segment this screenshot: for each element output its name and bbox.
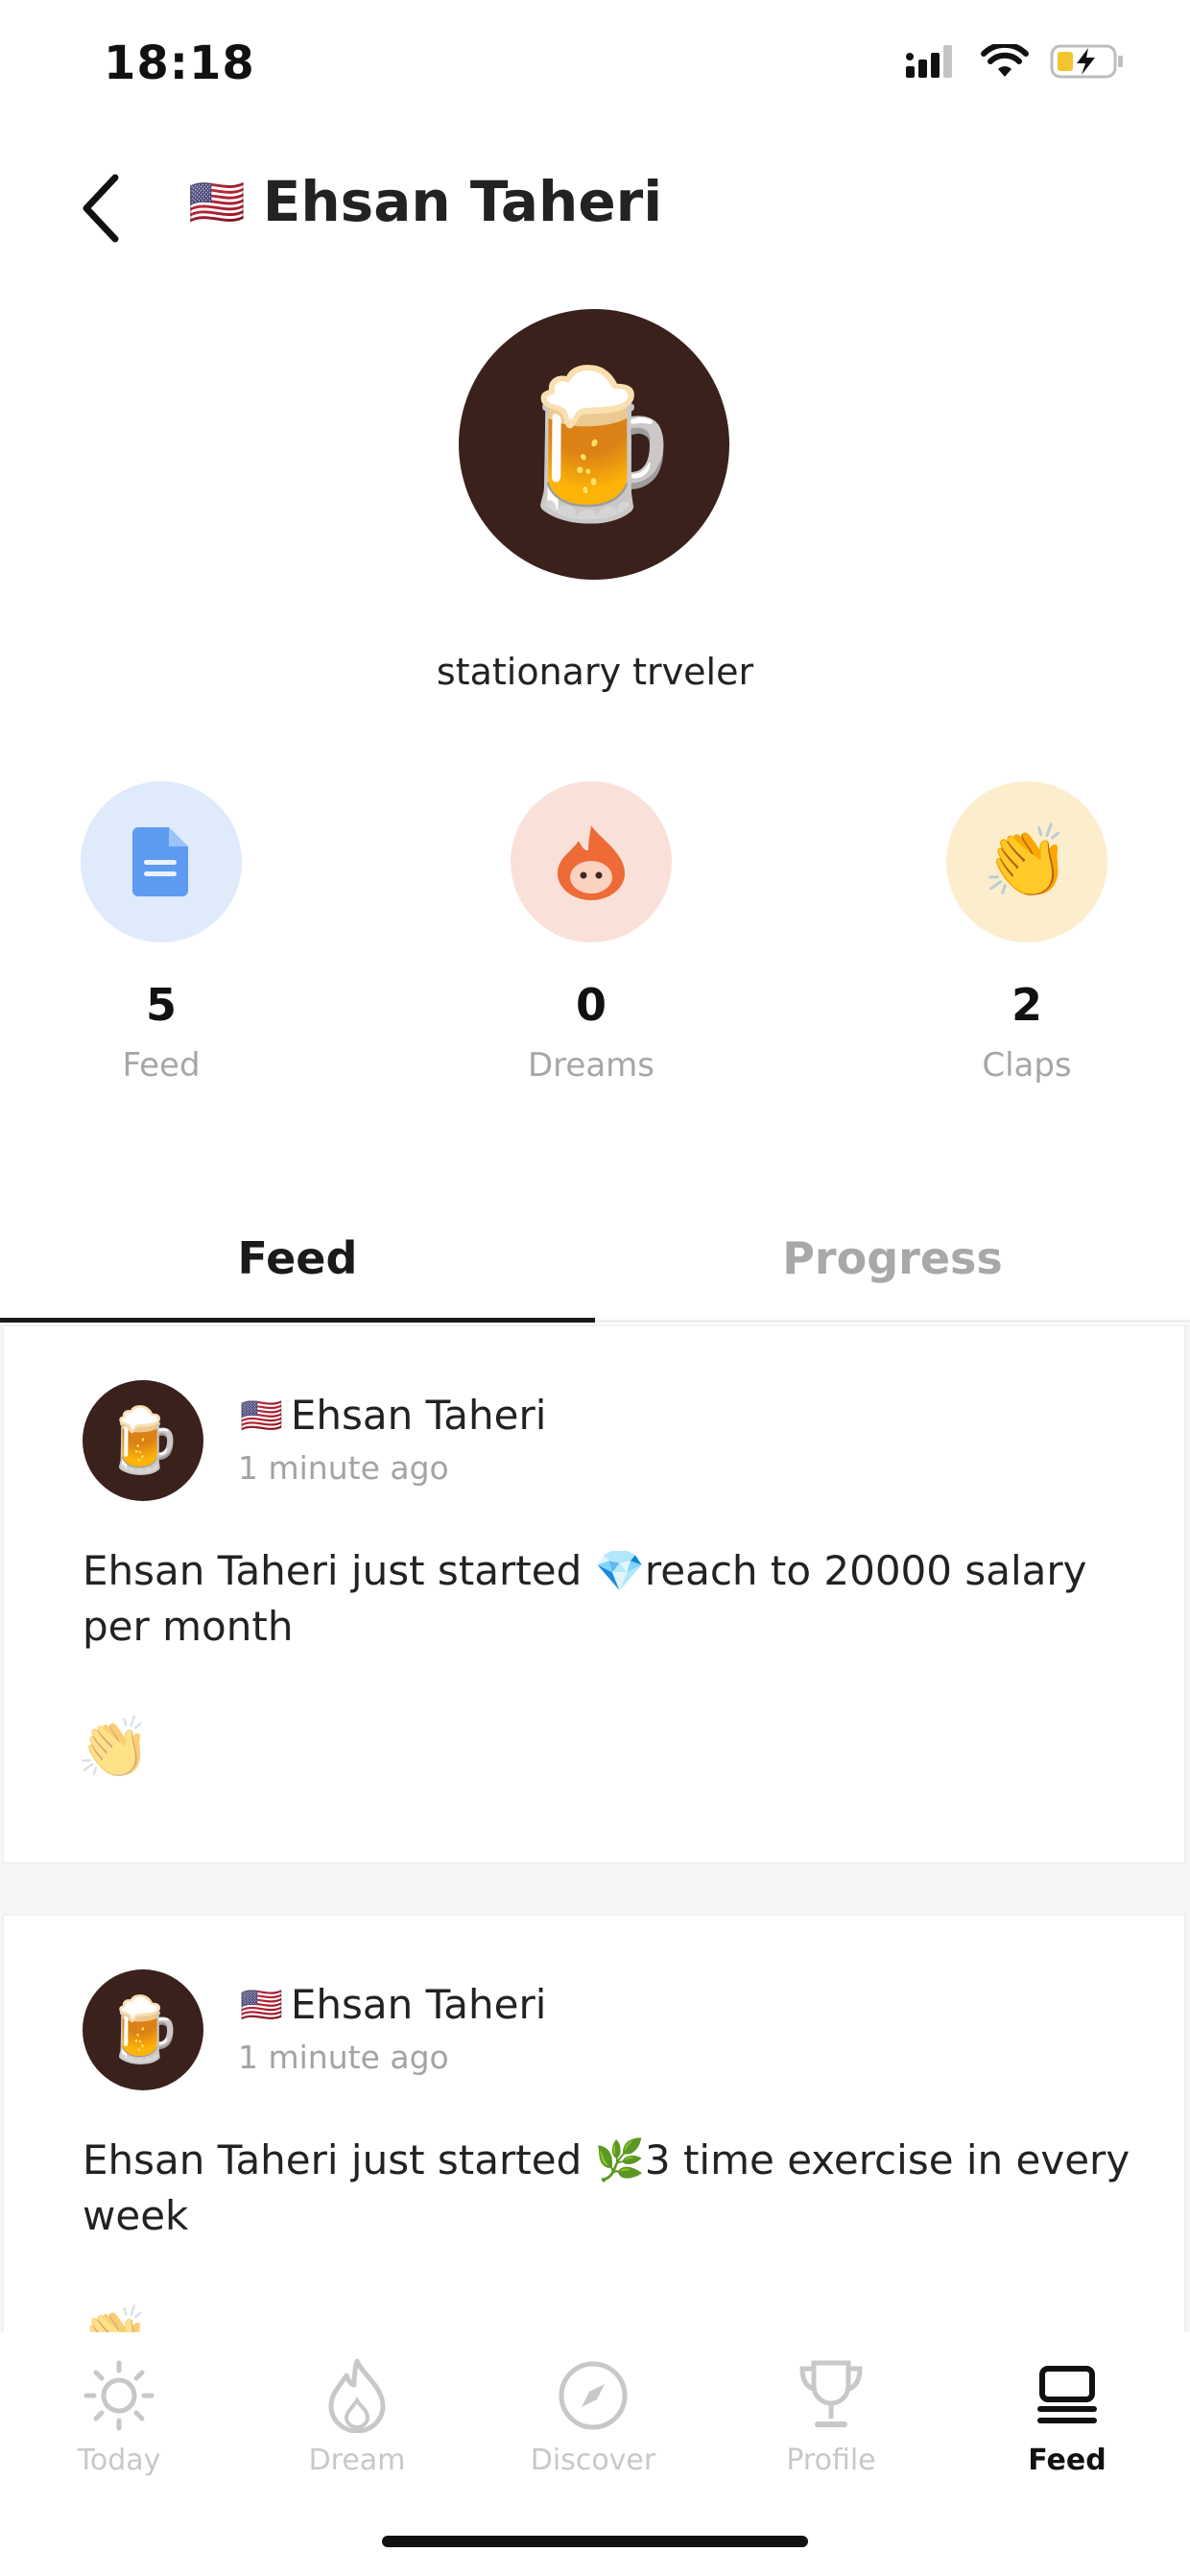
us-flag-icon: 🇺🇸 xyxy=(240,1395,283,1436)
stat-dreams-label: Dreams xyxy=(528,1046,654,1085)
document-icon xyxy=(132,827,188,896)
beer-mug-icon: 🍺 xyxy=(103,1403,183,1477)
flame-drop-icon xyxy=(558,825,625,900)
diamond-icon: 💎 xyxy=(594,1547,645,1594)
feed-text-prefix: Ehsan Taheri just started xyxy=(83,2136,595,2183)
sun-icon xyxy=(83,2360,155,2431)
cellular-signal-icon xyxy=(906,45,960,82)
tabbar-feed[interactable]: Feed xyxy=(962,2355,1173,2477)
stat-feed-circle xyxy=(81,781,242,942)
stat-dreams-value: 0 xyxy=(575,979,607,1031)
feed-text: Ehsan Taheri just started 🌿3 time exerci… xyxy=(83,2133,1138,2244)
stat-dreams[interactable]: 0 Dreams xyxy=(476,781,706,1085)
profile-avatar[interactable]: 🍺 xyxy=(459,309,729,580)
stat-feed-label: Feed xyxy=(122,1046,201,1085)
tabbar-discover-label: Discover xyxy=(530,2444,656,2477)
tabbar-dream[interactable]: Dream xyxy=(251,2355,463,2477)
feed-author[interactable]: 🇺🇸 Ehsan Taheri xyxy=(240,1392,546,1439)
status-bar: 18:18 xyxy=(0,0,1190,134)
tabbar-discover[interactable]: Discover xyxy=(488,2355,699,2477)
stat-dreams-circle xyxy=(511,781,672,942)
tabbar-today-label: Today xyxy=(77,2444,161,2477)
battery-charging-icon xyxy=(1050,42,1127,84)
us-flag-icon: 🇺🇸 xyxy=(188,175,246,229)
feed-author-name: Ehsan Taheri xyxy=(290,1392,547,1439)
avatar[interactable]: 🍺 xyxy=(83,1380,203,1501)
profile-header: 🇺🇸 Ehsan Taheri xyxy=(0,154,1190,259)
home-indicator xyxy=(382,2536,808,2547)
stat-claps-label: Claps xyxy=(982,1046,1072,1085)
us-flag-icon: 🇺🇸 xyxy=(240,1985,283,2025)
status-icons xyxy=(906,41,1127,84)
profile-bio: stationary trveler xyxy=(436,651,754,693)
compass-icon xyxy=(559,2361,628,2430)
feed-card[interactable]: 🍺 🇺🇸 Ehsan Taheri 1 minute ago Ehsan Tah… xyxy=(2,1914,1186,2332)
tab-progress[interactable]: Progress xyxy=(595,1219,1190,1320)
wifi-icon xyxy=(981,41,1029,83)
clapping-hands-icon: 👏 xyxy=(982,820,1072,903)
stat-feed-value: 5 xyxy=(145,979,177,1031)
herb-icon: 🌿 xyxy=(594,2136,645,2183)
tabbar-feed-label: Feed xyxy=(1028,2444,1107,2477)
feed-text: Ehsan Taheri just started 💎reach to 2000… xyxy=(83,1543,1138,1655)
content-tabs: Feed Progress xyxy=(0,1219,1190,1323)
feed-list[interactable]: 🍺 🇺🇸 Ehsan Taheri 1 minute ago Ehsan Tah… xyxy=(0,1324,1190,2332)
back-button[interactable] xyxy=(67,165,134,251)
stat-claps-value: 2 xyxy=(1011,979,1042,1031)
status-time: 18:18 xyxy=(104,36,255,90)
tab-feed[interactable]: Feed xyxy=(0,1219,595,1323)
trophy-icon xyxy=(799,2360,863,2427)
clap-button[interactable]: 👏 xyxy=(77,2302,151,2332)
feed-author[interactable]: 🇺🇸 Ehsan Taheri xyxy=(240,1981,546,2028)
feed-card[interactable]: 🍺 🇺🇸 Ehsan Taheri 1 minute ago Ehsan Tah… xyxy=(2,1324,1186,1864)
tabbar-today[interactable]: Today xyxy=(13,2355,225,2477)
flame-icon xyxy=(328,2358,386,2433)
feed-author-name: Ehsan Taheri xyxy=(290,1981,547,2028)
stat-feed[interactable]: 5 Feed xyxy=(46,781,276,1085)
feed-stack-icon xyxy=(1037,2366,1097,2423)
stat-claps-circle: 👏 xyxy=(946,781,1107,942)
chevron-left-icon xyxy=(83,174,119,243)
beer-mug-icon: 🍺 xyxy=(504,361,684,528)
feed-timestamp: 1 minute ago xyxy=(238,2039,449,2076)
clap-button[interactable]: 👏 xyxy=(77,1712,151,1783)
tabbar-dream-label: Dream xyxy=(308,2444,406,2477)
tabbar-profile-label: Profile xyxy=(786,2444,876,2477)
username-title: Ehsan Taheri xyxy=(262,169,663,234)
stat-claps[interactable]: 👏 2 Claps xyxy=(912,781,1142,1085)
feed-timestamp: 1 minute ago xyxy=(238,1449,449,1487)
page-title: 🇺🇸 Ehsan Taheri xyxy=(188,169,662,234)
tabbar-profile[interactable]: Profile xyxy=(726,2355,937,2477)
beer-mug-icon: 🍺 xyxy=(103,1992,183,2066)
feed-text-prefix: Ehsan Taheri just started xyxy=(83,1547,595,1594)
avatar[interactable]: 🍺 xyxy=(83,1969,203,2090)
